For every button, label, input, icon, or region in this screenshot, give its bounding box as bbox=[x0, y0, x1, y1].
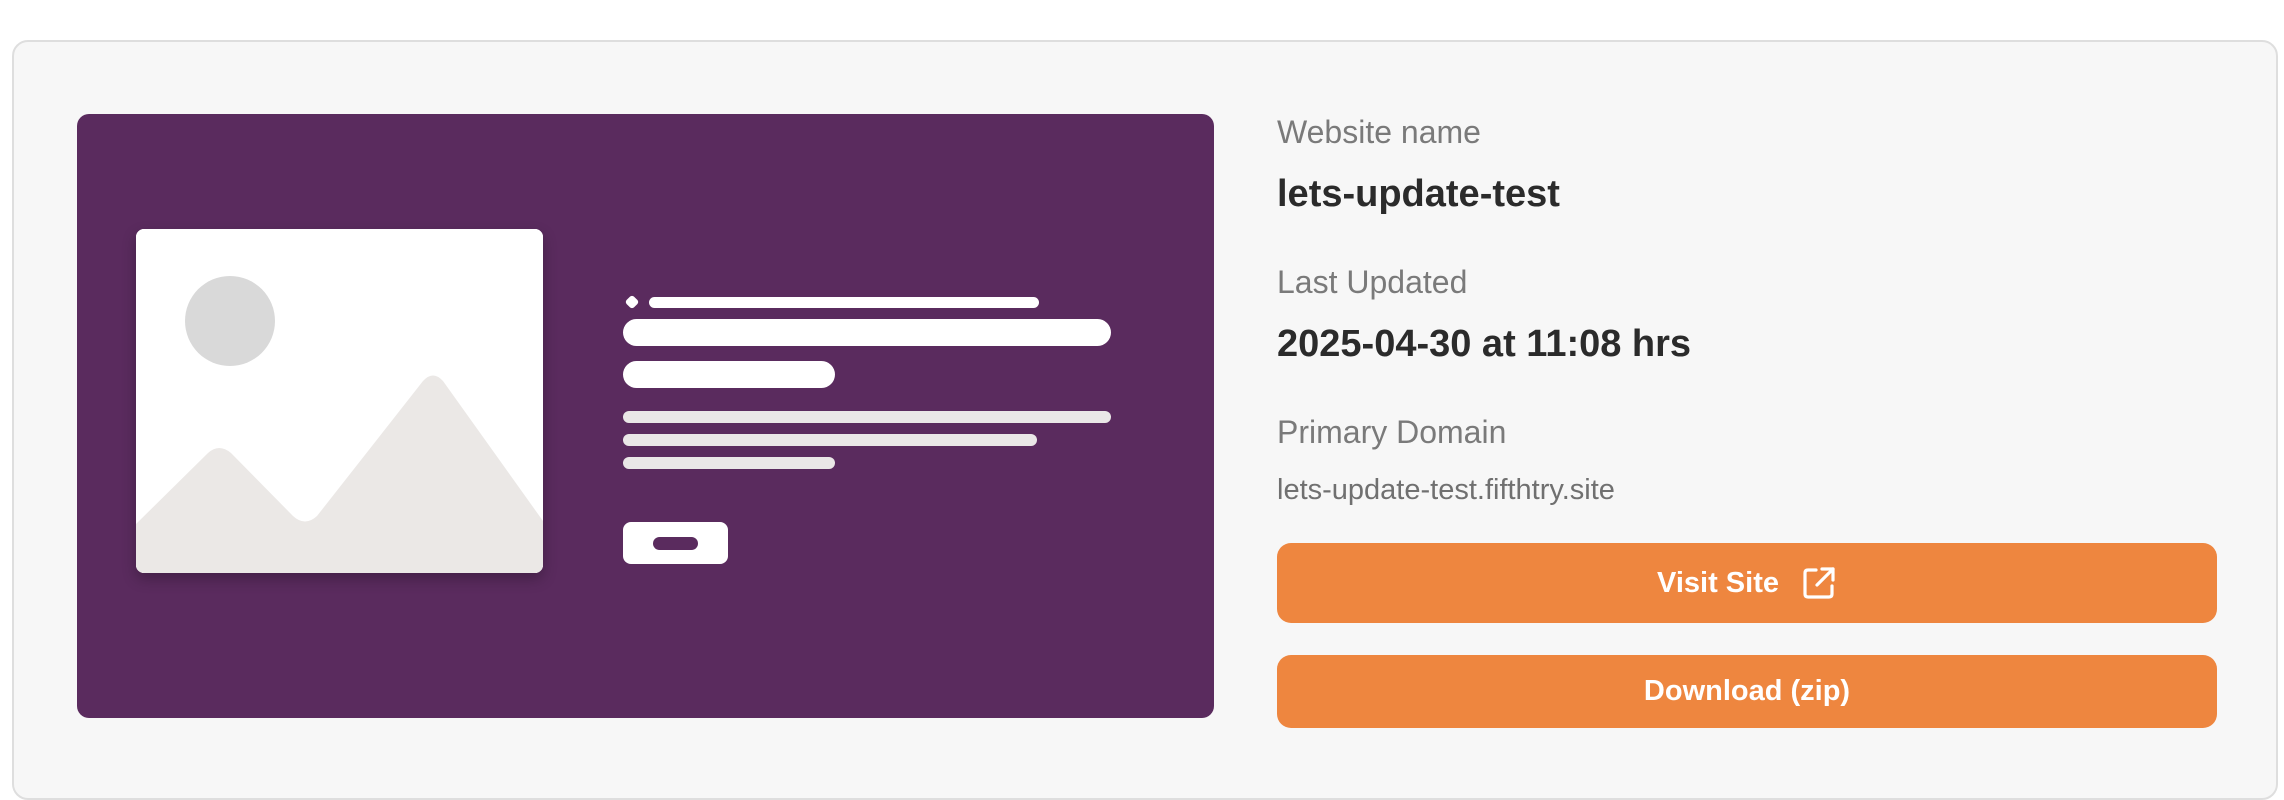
skeleton-subtitle-line bbox=[623, 361, 835, 388]
image-placeholder-icon bbox=[136, 229, 543, 573]
skeleton-button-text bbox=[653, 537, 698, 550]
download-zip-label: Download (zip) bbox=[1643, 675, 1851, 707]
last-updated-value: 2025-04-30 at 11:08 hrs bbox=[1277, 323, 1692, 365]
skeleton-body-line bbox=[623, 457, 835, 469]
website-name-label: Website name bbox=[1277, 114, 1481, 150]
visit-site-label: Visit Site bbox=[1657, 566, 1779, 599]
primary-domain-label: Primary Domain bbox=[1277, 414, 1507, 450]
website-name-value: lets-update-test bbox=[1277, 173, 1560, 215]
website-preview-thumbnail bbox=[77, 114, 1214, 718]
skeleton-title-line bbox=[623, 319, 1111, 346]
primary-domain-value: lets-update-test.fifthtry.site bbox=[1277, 474, 1615, 506]
download-zip-button[interactable]: Download (zip) bbox=[1277, 655, 2217, 728]
external-link-icon bbox=[1801, 565, 1837, 601]
skeleton-eyebrow-line bbox=[649, 297, 1039, 308]
skeleton-body-line bbox=[623, 411, 1111, 423]
skeleton-body-line bbox=[623, 434, 1037, 446]
visit-site-button[interactable]: Visit Site bbox=[1277, 543, 2217, 623]
last-updated-label: Last Updated bbox=[1277, 264, 1468, 300]
skeleton-bullet bbox=[624, 294, 640, 310]
